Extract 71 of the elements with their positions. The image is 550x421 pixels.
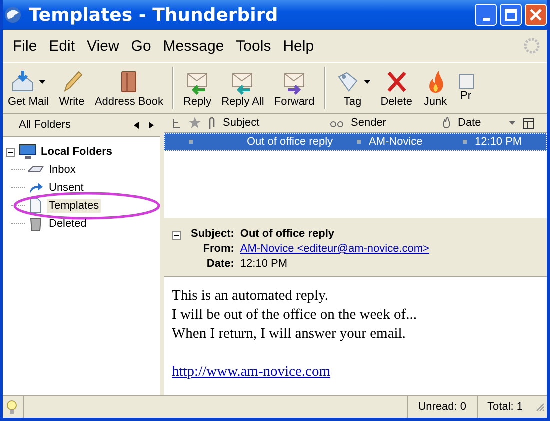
right-arrow-icon[interactable] [149,122,154,128]
thread-column-icon[interactable] [172,118,182,128]
flame-icon[interactable] [442,117,451,129]
column-header[interactable]: Sender [351,117,435,129]
toolbar-button[interactable]: Address Book [90,63,168,113]
folder-item[interactable]: Unsent [47,181,86,195]
body-text: I will be out of the office on the week of... [172,306,418,325]
resize-grip-icon[interactable] [535,402,545,412]
date-cell-text: 12:10 PM [475,136,524,148]
toolbar-button[interactable]: Junk [418,63,454,113]
window-title: Templates - Thunderbird [29,4,278,26]
close-button[interactable] [525,4,547,26]
folder-item[interactable]: Deleted [47,217,89,231]
caret-icon [39,80,46,84]
web-link[interactable]: http://www.am-novice.com [172,364,331,380]
inbox-tray-icon [10,68,36,94]
toolbar-button[interactable]: Tag [330,63,376,113]
bird-icon [3,5,23,25]
menu-item[interactable]: Edit [43,38,82,54]
collapse-icon[interactable] [172,231,181,240]
header-label: From: [203,243,234,255]
trash-can-icon [28,216,44,232]
toolbar-button[interactable]: Pr [454,63,479,113]
glasses-icon[interactable] [330,118,344,128]
toolbar-button[interactable]: Delete [376,63,418,113]
sender-cell-text: AM-Novice [369,136,424,148]
page-icon [28,198,44,214]
menu-item[interactable]: Go [125,38,158,54]
sender-link[interactable]: AM-Novice <editeur@am-novice.com> [240,243,430,255]
arrow-icon [28,180,44,196]
toolbar-button[interactable]: Reply [178,63,217,113]
account-name[interactable]: Local Folders [41,146,113,158]
toolbar-button[interactable]: Reply All [216,63,270,113]
menu-item[interactable]: Help [277,38,320,54]
collapse-icon[interactable] [6,148,15,156]
paperclip-icon[interactable] [208,116,216,130]
close-icon [530,9,542,21]
folder-item[interactable]: Inbox [47,163,78,177]
menu-item[interactable]: View [81,38,126,54]
column-header[interactable]: Subject [223,117,323,129]
body-text: When I return, I will answer your email. [172,325,407,344]
toolbar-button[interactable]: Write [54,63,90,113]
message-row[interactable]: Out of office reply AM-Novice 12:10 PM [164,133,547,151]
header-label: Subject: [191,228,234,240]
pane-title: All Folders [19,119,71,131]
maximize-icon [505,9,517,21]
unread-count: Unread: 0 [407,396,477,418]
header-label: Date: [206,258,234,270]
subject-cell-text: Out of office reply [247,136,334,148]
column-header[interactable]: Date [458,117,502,129]
menu-item[interactable]: Message [157,38,230,54]
minimize-button[interactable] [475,4,497,26]
menu-item[interactable]: File [7,38,44,54]
total-count: Total: 1 [476,396,533,418]
lightbulb-icon [7,400,17,414]
toolbar-button[interactable]: Forward [269,63,320,113]
star-icon[interactable] [189,117,201,129]
activity-icon [523,37,541,55]
minimize-icon [482,18,490,21]
header-value: 12:10 PM [240,258,288,270]
computer-icon [19,144,37,160]
header-value: Out of office reply [240,228,335,240]
caret-icon [364,80,371,84]
menu-item[interactable]: Tools [230,38,278,54]
maximize-button[interactable] [500,4,522,26]
toolbar-button[interactable]: Get Mail [3,63,54,113]
body-text: This is an automated reply. [172,287,330,306]
sort-arrow-icon [509,121,516,125]
left-arrow-icon[interactable] [134,122,139,128]
column-picker-icon[interactable] [523,118,534,128]
folder-item[interactable]: Templates [47,199,102,213]
